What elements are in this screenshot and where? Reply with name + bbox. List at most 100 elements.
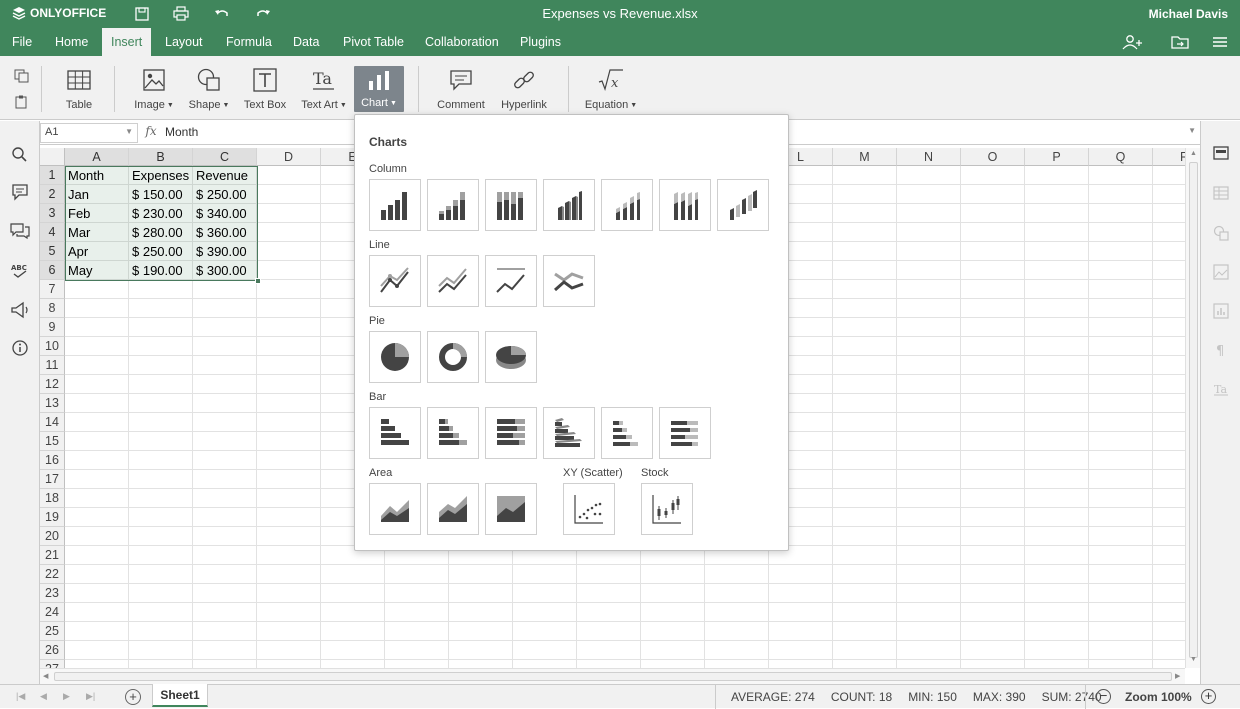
select-all-corner[interactable] bbox=[40, 148, 65, 166]
tab-collaboration[interactable]: Collaboration bbox=[417, 28, 507, 56]
chart-settings-icon[interactable] bbox=[1213, 303, 1229, 319]
row-header-9[interactable]: 9 bbox=[40, 318, 65, 337]
open-location-icon[interactable] bbox=[1168, 34, 1192, 50]
scroll-down-icon[interactable]: ▼ bbox=[1190, 656, 1197, 663]
zoom-level[interactable]: Zoom 100% bbox=[1125, 690, 1192, 704]
first-sheet-icon[interactable]: |◀ bbox=[16, 691, 25, 702]
insert-text-art-button[interactable]: Ta Text Art ▼ bbox=[298, 66, 350, 116]
row-header-20[interactable]: 20 bbox=[40, 527, 65, 546]
column-header-m[interactable]: M bbox=[833, 148, 897, 166]
tab-data[interactable]: Data bbox=[285, 28, 327, 56]
comments-icon[interactable] bbox=[10, 183, 30, 201]
tab-formula[interactable]: Formula bbox=[218, 28, 280, 56]
chart-column-3d-clustered[interactable] bbox=[543, 179, 595, 231]
cell-b2[interactable]: $ 150.00 bbox=[132, 185, 192, 204]
vertical-scroll-thumb[interactable] bbox=[1189, 162, 1198, 658]
image-settings-icon[interactable] bbox=[1213, 264, 1229, 280]
add-user-icon[interactable] bbox=[1121, 34, 1145, 50]
sheet-tab[interactable]: Sheet1 bbox=[152, 684, 208, 707]
row-header-24[interactable]: 24 bbox=[40, 603, 65, 622]
scroll-right-icon[interactable]: ▶ bbox=[1175, 672, 1180, 680]
chat-icon[interactable] bbox=[10, 222, 30, 240]
insert-hyperlink-button[interactable]: Hyperlink bbox=[498, 66, 550, 116]
tab-home[interactable]: Home bbox=[47, 28, 96, 56]
tab-file[interactable]: File bbox=[4, 28, 40, 56]
cell-b4[interactable]: $ 280.00 bbox=[132, 223, 192, 242]
chart-pie-3d[interactable] bbox=[485, 331, 537, 383]
row-header-17[interactable]: 17 bbox=[40, 470, 65, 489]
chart-column-percent-stacked[interactable] bbox=[485, 179, 537, 231]
cell-a1[interactable]: Month bbox=[68, 166, 128, 185]
next-sheet-icon[interactable]: ▶ bbox=[63, 691, 70, 702]
chart-bar-clustered[interactable] bbox=[369, 407, 421, 459]
column-header-r[interactable]: R bbox=[1153, 148, 1185, 166]
row-header-23[interactable]: 23 bbox=[40, 584, 65, 603]
about-icon[interactable] bbox=[10, 339, 30, 357]
tab-insert[interactable]: Insert bbox=[102, 28, 152, 56]
row-header-4[interactable]: 4 bbox=[40, 223, 65, 242]
chart-bar-3d-percent[interactable] bbox=[659, 407, 711, 459]
undo-icon[interactable] bbox=[213, 6, 231, 22]
row-header-7[interactable]: 7 bbox=[40, 280, 65, 299]
cell-b6[interactable]: $ 190.00 bbox=[132, 261, 192, 280]
column-header-b[interactable]: B bbox=[129, 148, 193, 166]
chart-line[interactable] bbox=[369, 255, 421, 307]
insert-chart-button[interactable]: Chart ▼ bbox=[354, 66, 404, 112]
chart-bar-stacked[interactable] bbox=[427, 407, 479, 459]
row-header-15[interactable]: 15 bbox=[40, 432, 65, 451]
formula-input[interactable]: Month bbox=[165, 125, 198, 139]
column-header-d[interactable]: D bbox=[257, 148, 321, 166]
chart-stock[interactable] bbox=[641, 483, 693, 535]
insert-image-button[interactable]: Image ▼ bbox=[132, 66, 176, 116]
row-header-11[interactable]: 11 bbox=[40, 356, 65, 375]
name-box[interactable]: A1 ▼ bbox=[40, 123, 138, 143]
scroll-up-icon[interactable]: ▲ bbox=[1190, 150, 1197, 157]
row-header-21[interactable]: 21 bbox=[40, 546, 65, 565]
save-icon[interactable] bbox=[133, 6, 151, 22]
row-header-19[interactable]: 19 bbox=[40, 508, 65, 527]
chart-line-3d[interactable] bbox=[543, 255, 595, 307]
cell-c1[interactable]: Revenue bbox=[196, 166, 256, 185]
function-icon[interactable]: fx bbox=[140, 124, 162, 138]
chart-column-3d-stacked[interactable] bbox=[601, 179, 653, 231]
chart-bar-3d-stacked[interactable] bbox=[601, 407, 653, 459]
chart-pie[interactable] bbox=[369, 331, 421, 383]
text-art-settings-icon[interactable]: Ta bbox=[1213, 381, 1229, 397]
cell-c2[interactable]: $ 250.00 bbox=[196, 185, 256, 204]
row-header-26[interactable]: 26 bbox=[40, 641, 65, 660]
vertical-scrollbar[interactable]: ▲ ▼ bbox=[1185, 148, 1200, 668]
row-header-22[interactable]: 22 bbox=[40, 565, 65, 584]
row-header-2[interactable]: 2 bbox=[40, 185, 65, 204]
tab-plugins[interactable]: Plugins bbox=[512, 28, 569, 56]
column-header-p[interactable]: P bbox=[1025, 148, 1089, 166]
search-icon[interactable] bbox=[10, 145, 30, 163]
tab-layout[interactable]: Layout bbox=[157, 28, 211, 56]
cell-settings-icon[interactable] bbox=[1213, 145, 1229, 161]
copy-icon[interactable] bbox=[14, 69, 30, 83]
chart-doughnut[interactable] bbox=[427, 331, 479, 383]
cell-c4[interactable]: $ 360.00 bbox=[196, 223, 256, 242]
zoom-out-button[interactable]: − bbox=[1096, 689, 1111, 704]
insert-text-box-button[interactable]: Text Box bbox=[241, 66, 289, 116]
row-header-13[interactable]: 13 bbox=[40, 394, 65, 413]
insert-table-button[interactable]: Table bbox=[60, 66, 98, 116]
tab-pivot-table[interactable]: Pivot Table bbox=[335, 28, 412, 56]
table-settings-icon[interactable] bbox=[1213, 185, 1229, 201]
cell-a2[interactable]: Jan bbox=[68, 185, 128, 204]
row-header-14[interactable]: 14 bbox=[40, 413, 65, 432]
row-header-3[interactable]: 3 bbox=[40, 204, 65, 223]
paragraph-settings-icon[interactable]: ¶ bbox=[1213, 342, 1229, 358]
chart-area[interactable] bbox=[369, 483, 421, 535]
shape-settings-icon[interactable] bbox=[1213, 225, 1229, 241]
feedback-icon[interactable] bbox=[10, 301, 30, 319]
chart-column-stacked[interactable] bbox=[427, 179, 479, 231]
row-header-25[interactable]: 25 bbox=[40, 622, 65, 641]
paste-icon[interactable] bbox=[14, 95, 30, 109]
cell-a3[interactable]: Feb bbox=[68, 204, 128, 223]
chart-bar-percent[interactable] bbox=[485, 407, 537, 459]
zoom-in-button[interactable]: + bbox=[1201, 689, 1216, 704]
chart-area-stacked[interactable] bbox=[427, 483, 479, 535]
user-name[interactable]: Michael Davis bbox=[1149, 7, 1228, 21]
row-header-27[interactable]: 27 bbox=[40, 660, 65, 668]
row-header-18[interactable]: 18 bbox=[40, 489, 65, 508]
